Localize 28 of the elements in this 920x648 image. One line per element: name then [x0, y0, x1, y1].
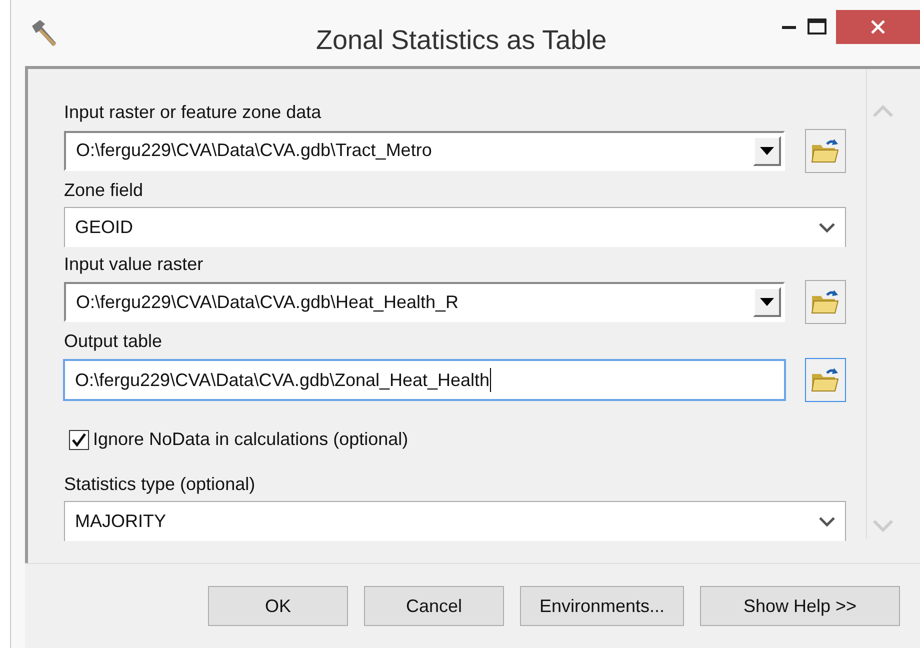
window-title: Zonal Statistics as Table — [316, 24, 607, 57]
hammer-icon — [29, 18, 59, 48]
dialog-button[interactable]: Environments... — [520, 586, 684, 626]
maximize-icon — [807, 18, 827, 36]
browse-button[interactable] — [804, 358, 846, 402]
minimize-icon — [782, 26, 796, 28]
folder-icon — [810, 366, 840, 394]
field-label: Input value raster — [64, 254, 204, 274]
field-label: Zone field — [64, 180, 144, 201]
folder-icon — [810, 136, 840, 165]
combo-field[interactable]: O:\fergu229\CVA\Data\CVA.gdb\Heat_Health_R — [64, 282, 785, 322]
input-field[interactable]: O:\fergu229\CVA\Data\CVA.gdb\Zonal_Heat_Health — [64, 360, 785, 400]
dialog-button[interactable]: Cancel — [364, 586, 504, 626]
dialog-button[interactable]: OK — [208, 586, 348, 626]
close-button[interactable] — [836, 10, 920, 44]
combo-field[interactable]: O:\fergu229\CVA\Data\CVA.gdb\Tract_Metro — [64, 130, 785, 171]
checkbox-label: Ignore NoData in calculations (optional) — [93, 428, 408, 452]
browse-button[interactable] — [804, 128, 846, 173]
field-label: Input raster or feature zone data — [64, 103, 322, 123]
close-icon — [870, 19, 886, 35]
dialog-button[interactable]: Show Help >> — [700, 586, 900, 626]
browse-button[interactable] — [804, 280, 846, 324]
dropdown-field[interactable]: MAJORITY — [64, 500, 846, 541]
field-label: Statistics type (optional) — [64, 475, 256, 495]
folder-icon — [810, 288, 840, 316]
field-label: Output table — [64, 332, 164, 352]
dropdown-field[interactable]: GEOID — [64, 206, 846, 247]
checkbox[interactable] — [69, 430, 89, 450]
